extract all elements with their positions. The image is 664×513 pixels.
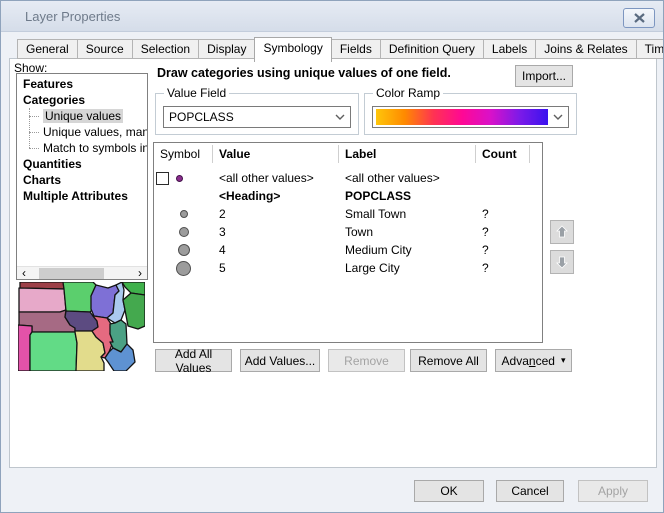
show-item-multiple-attributes[interactable]: Multiple Attributes xyxy=(17,188,147,204)
value-field-group: Value Field POPCLASS xyxy=(155,93,359,135)
add-all-values-button[interactable]: Add All Values xyxy=(155,349,232,372)
gray-point-symbol-icon[interactable] xyxy=(180,210,188,218)
show-item-features[interactable]: Features xyxy=(17,76,147,92)
gray-point-symbol-icon[interactable] xyxy=(178,244,190,256)
column-header-label[interactable]: Label xyxy=(339,145,476,163)
show-item-match-symbols[interactable]: Match to symbols in a xyxy=(17,140,147,156)
chevron-down-icon xyxy=(548,114,568,120)
tab-source[interactable]: Source xyxy=(78,39,133,59)
color-ramp-dropdown[interactable] xyxy=(372,106,569,128)
ok-button[interactable]: OK xyxy=(414,480,484,502)
tab-selection[interactable]: Selection xyxy=(133,39,199,59)
remove-all-button[interactable]: Remove All xyxy=(410,349,487,372)
import-button[interactable]: Import... xyxy=(515,65,573,87)
value-field-group-label: Value Field xyxy=(164,86,229,100)
table-header: Symbol Value Label Count xyxy=(154,143,542,165)
table-row-heading[interactable]: <Heading> POPCLASS xyxy=(154,187,542,205)
gray-point-symbol-icon[interactable] xyxy=(176,261,191,276)
table-row-medium-city[interactable]: 4 Medium City ? xyxy=(154,241,542,259)
column-header-value[interactable]: Value xyxy=(213,145,339,163)
tab-fields[interactable]: Fields xyxy=(332,39,381,59)
dropdown-caret-icon: ▾ xyxy=(561,355,566,366)
tab-strip: General Source Selection Display Symbolo… xyxy=(17,38,664,59)
remove-button[interactable]: Remove xyxy=(328,349,405,372)
color-ramp-group: Color Ramp xyxy=(364,93,577,135)
unique-values-table: Symbol Value Label Count <all other valu… xyxy=(153,142,543,343)
value-field-selected: POPCLASS xyxy=(164,110,330,124)
table-row-town[interactable]: 3 Town ? xyxy=(154,223,542,241)
scroll-left-icon[interactable]: ‹ xyxy=(17,267,31,280)
show-list-items: Features Categories Unique values Unique… xyxy=(17,76,147,266)
map-preview xyxy=(18,282,145,371)
scrollbar-thumb[interactable] xyxy=(39,268,104,279)
table-row-all-other-values[interactable]: <all other values> <all other values> xyxy=(154,169,542,187)
table-row-large-city[interactable]: 5 Large City ? xyxy=(154,259,542,277)
advanced-button[interactable]: Advanced ▾ xyxy=(495,349,572,372)
show-item-unique-values[interactable]: Unique values xyxy=(17,108,147,124)
tab-labels[interactable]: Labels xyxy=(484,39,536,59)
show-item-unique-values-many[interactable]: Unique values, many xyxy=(17,124,147,140)
show-listbox: Features Categories Unique values Unique… xyxy=(16,73,148,280)
color-ramp-group-label: Color Ramp xyxy=(373,86,443,100)
arrow-up-icon xyxy=(555,225,569,239)
tab-display[interactable]: Display xyxy=(199,39,255,59)
apply-button[interactable]: Apply xyxy=(578,480,648,502)
color-ramp-swatch xyxy=(376,109,548,125)
table-row-small-town[interactable]: 2 Small Town ? xyxy=(154,205,542,223)
column-header-symbol[interactable]: Symbol xyxy=(154,145,213,163)
categories-children: Unique values Unique values, many Match … xyxy=(17,108,147,156)
layer-properties-dialog: Layer Properties General Source Selectio… xyxy=(0,0,664,513)
title-bar[interactable]: Layer Properties xyxy=(1,1,663,32)
show-item-quantities[interactable]: Quantities xyxy=(17,156,147,172)
column-header-count[interactable]: Count xyxy=(476,145,530,163)
scroll-right-icon[interactable]: › xyxy=(133,267,147,280)
draw-method-description: Draw categories using unique values of o… xyxy=(157,66,451,80)
dialog-title: Layer Properties xyxy=(25,9,120,24)
tab-symbology[interactable]: Symbology xyxy=(254,37,331,62)
map-region-kansas xyxy=(30,332,77,371)
add-values-button[interactable]: Add Values... xyxy=(240,349,320,372)
tab-time[interactable]: Time xyxy=(637,39,664,59)
gray-point-symbol-icon[interactable] xyxy=(179,227,189,237)
all-other-values-checkbox[interactable] xyxy=(156,172,169,185)
tab-definition-query[interactable]: Definition Query xyxy=(381,39,484,59)
move-up-button[interactable] xyxy=(550,220,574,244)
value-field-dropdown[interactable]: POPCLASS xyxy=(163,106,351,128)
arrow-down-icon xyxy=(555,255,569,269)
map-region-south-dakota xyxy=(19,288,66,312)
cancel-button[interactable]: Cancel xyxy=(496,480,564,502)
close-button[interactable] xyxy=(623,8,655,28)
move-down-button[interactable] xyxy=(550,250,574,274)
show-list-horizontal-scrollbar[interactable]: ‹ › xyxy=(17,266,147,279)
purple-point-symbol-icon[interactable] xyxy=(176,175,183,182)
tab-general[interactable]: General xyxy=(17,39,78,59)
symbology-tab-page: Show: Features Categories Unique values … xyxy=(9,58,657,468)
chevron-down-icon xyxy=(330,114,350,120)
close-icon xyxy=(634,13,645,23)
scrollbar-track[interactable] xyxy=(31,267,133,280)
show-item-charts[interactable]: Charts xyxy=(17,172,147,188)
table-rows: <all other values> <all other values> <H… xyxy=(154,169,542,277)
show-item-categories[interactable]: Categories xyxy=(17,92,147,108)
tab-joins-relates[interactable]: Joins & Relates xyxy=(536,39,636,59)
